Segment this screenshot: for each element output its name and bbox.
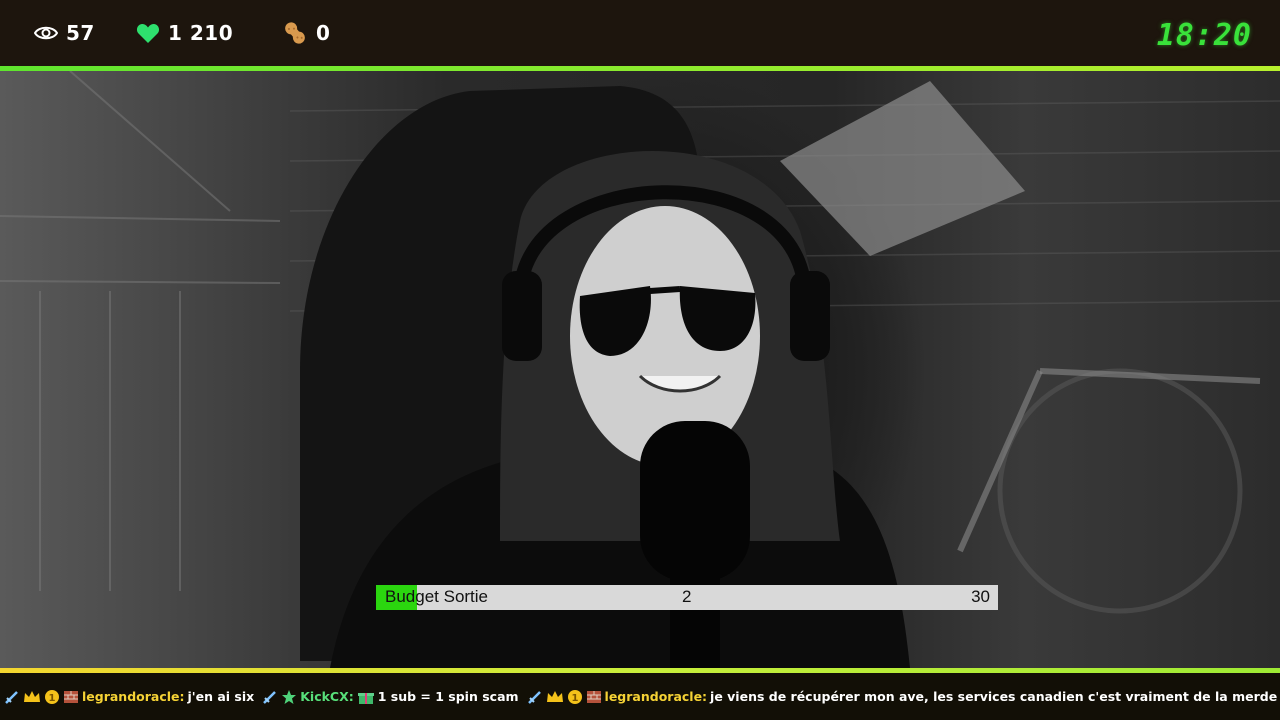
- crown-icon: [546, 690, 563, 702]
- stream-clock: 18:20: [1156, 18, 1252, 53]
- budget-goal-value: 30: [971, 587, 990, 606]
- gift-icon: [357, 692, 374, 704]
- webcam-scene: [0, 71, 1280, 668]
- like-count-value: 1 210: [168, 21, 234, 45]
- webcam-video: [0, 71, 1280, 668]
- budget-current-value: 2: [682, 587, 692, 606]
- crown-icon: [24, 690, 40, 702]
- star-icon: [282, 689, 297, 704]
- like-count: 1 210: [136, 0, 233, 66]
- chat-text: je viens de récupérer mon ave, les servi…: [710, 689, 1280, 704]
- peanut-icon: [285, 22, 305, 44]
- svg-text:1: 1: [49, 693, 56, 704]
- chat-message: KickCX: 1 sub = 1 spin scam: [262, 689, 519, 705]
- chat-text: 1 sub = 1 spin scam: [377, 689, 519, 704]
- brick-icon: [586, 690, 601, 703]
- eye-icon: [34, 26, 58, 40]
- viewer-count-value: 57: [66, 21, 95, 45]
- chat-username[interactable]: KickCX:: [300, 689, 354, 704]
- chat-message: 1 legrandoracle: je viens de récupérer m…: [527, 689, 1280, 705]
- budget-label: Budget Sortie: [385, 587, 489, 606]
- stream-stats-bar: 57 1 210 0 18:20: [0, 0, 1280, 66]
- viewer-count: 57: [34, 0, 95, 66]
- budget-progress-bar: Budget Sortie 2 30: [376, 585, 998, 610]
- chat-message: 1 legrandoracle: j'en ai six: [4, 689, 254, 705]
- chat-text: j'en ai six: [187, 689, 255, 704]
- svg-text:1: 1: [571, 693, 578, 704]
- chat-ticker: 1 legrandoracle: j'en ai six KickCX: 1 s…: [0, 673, 1280, 720]
- chat-username[interactable]: legrandoracle:: [82, 689, 185, 704]
- peanut-count-value: 0: [316, 21, 331, 45]
- heart-icon: [136, 23, 160, 43]
- coin-icon: 1: [567, 689, 582, 704]
- sword-icon: [5, 690, 18, 704]
- peanut-count: 0: [282, 0, 330, 66]
- coin-icon: 1: [45, 689, 59, 704]
- sword-icon: [263, 690, 277, 704]
- brick-icon: [64, 690, 78, 703]
- sword-icon: [527, 690, 541, 704]
- chat-username[interactable]: legrandoracle:: [605, 689, 708, 704]
